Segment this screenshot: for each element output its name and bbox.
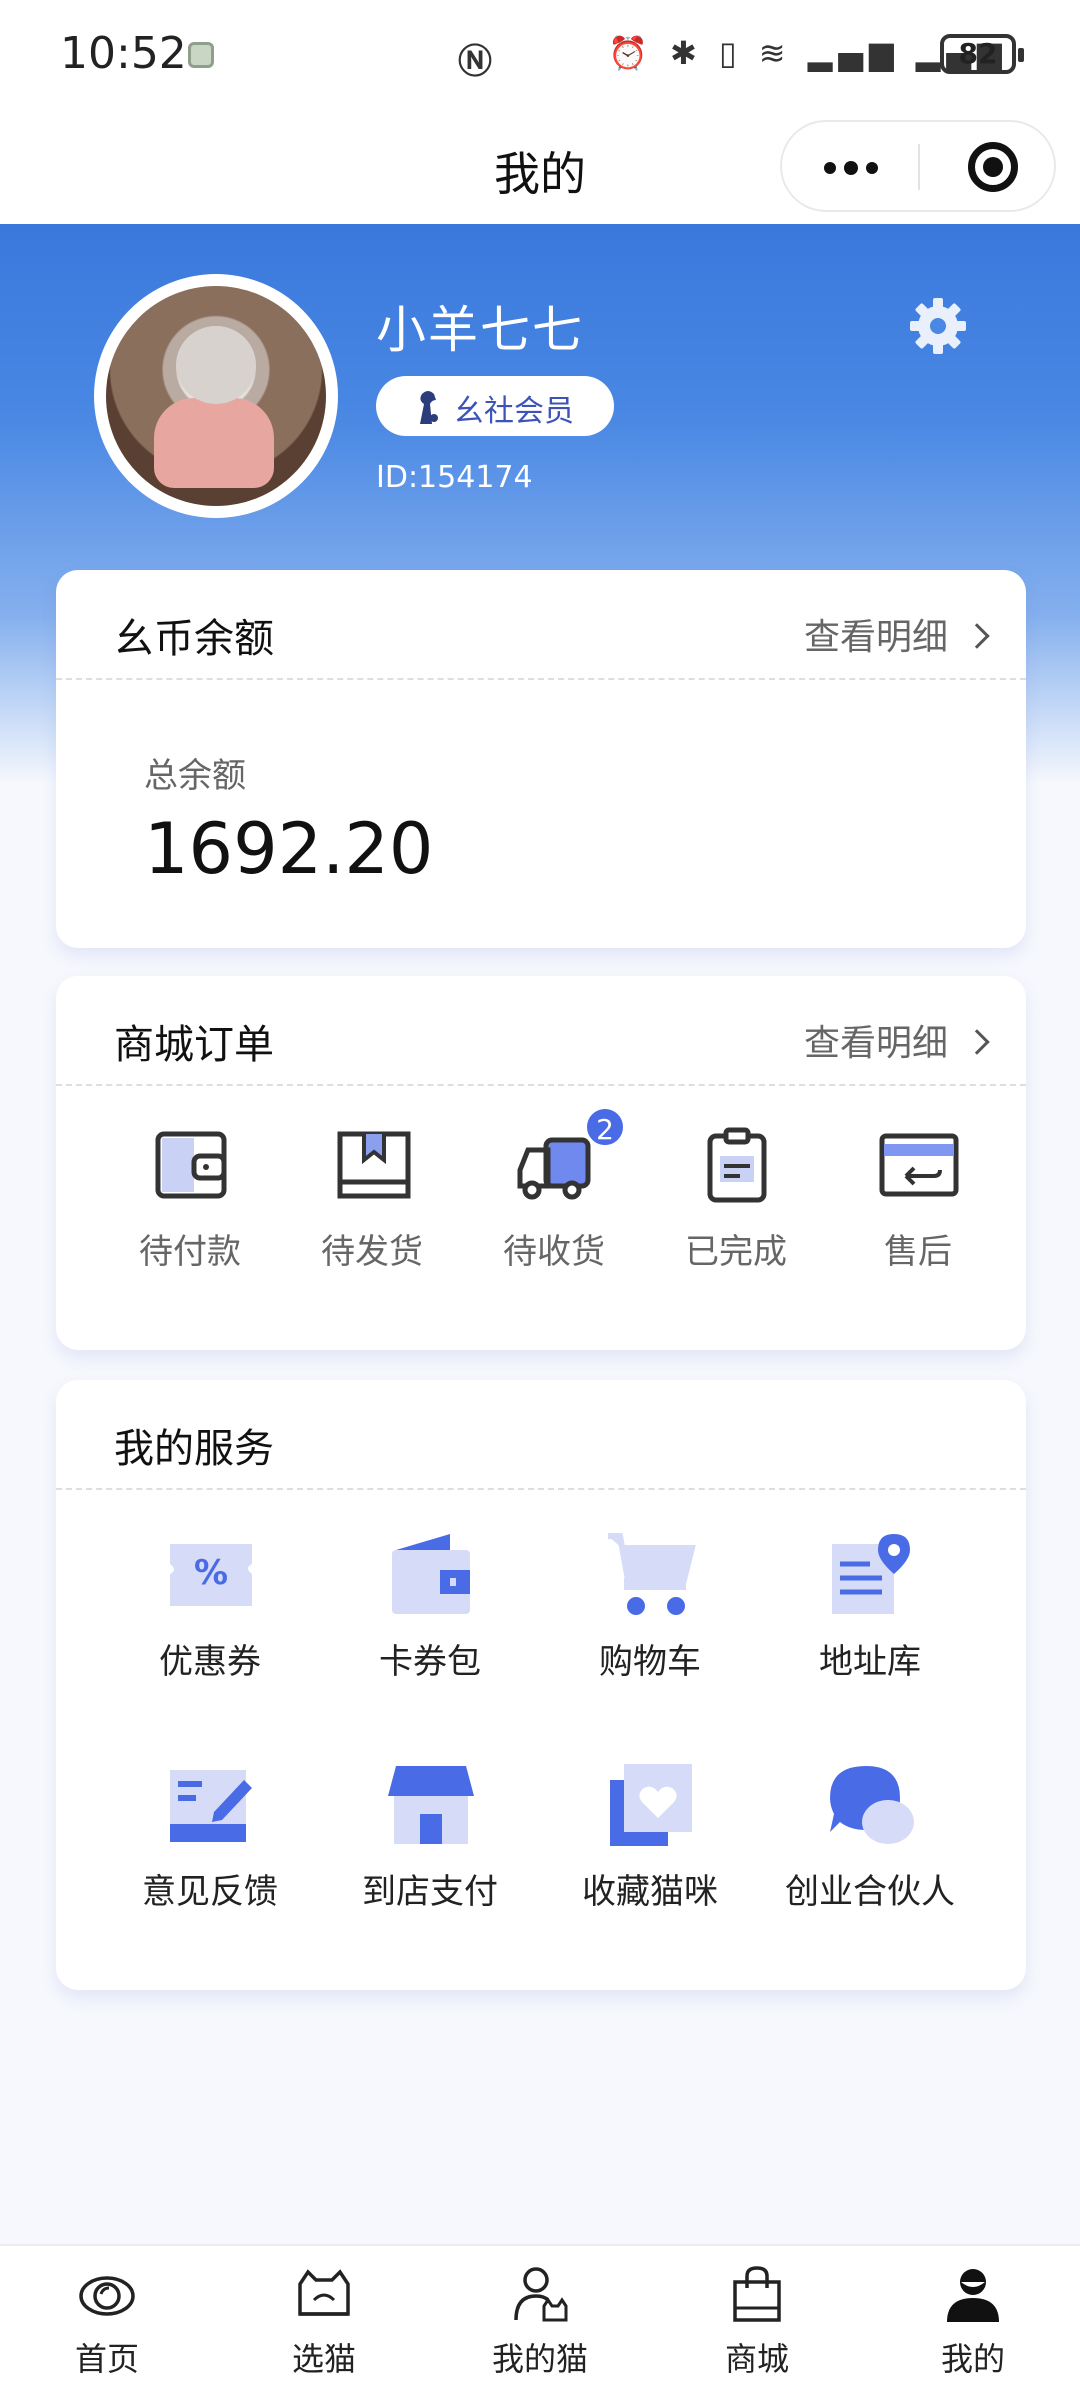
service-card-wallet[interactable]: 卡券包 xyxy=(320,1530,540,1690)
balance-detail-link[interactable]: 查看明细 xyxy=(804,608,990,660)
chevron-right-icon xyxy=(964,623,990,649)
capsule-divider xyxy=(918,144,920,190)
nav-label: 我的 xyxy=(940,2340,1005,2378)
order-pending-shipment[interactable]: 待发货 xyxy=(282,1126,462,1276)
service-label: 购物车 xyxy=(599,1642,701,1682)
services-title: 我的服务 xyxy=(114,1426,274,1472)
service-feedback[interactable]: 意见反馈 xyxy=(100,1760,320,1920)
order-label: 待发货 xyxy=(321,1232,423,1272)
nav-label: 首页 xyxy=(74,2340,139,2378)
avatar[interactable] xyxy=(94,274,338,518)
balance-card: 幺币余额 查看明细 总余额 1692.20 xyxy=(56,570,1026,948)
service-label: 卡券包 xyxy=(379,1642,481,1682)
nav-label: 我的猫 xyxy=(491,2340,588,2378)
feedback-icon xyxy=(170,1770,252,1842)
card-wallet-icon xyxy=(392,1534,470,1614)
eye-icon xyxy=(79,2276,135,2316)
nav-label: 选猫 xyxy=(291,2340,356,2378)
notification-icon xyxy=(188,42,214,68)
clipboard-icon xyxy=(707,1127,767,1203)
service-label: 地址库 xyxy=(819,1642,921,1682)
member-label: 幺社会员 xyxy=(454,394,574,429)
cat-icon xyxy=(298,2269,350,2316)
total-balance-label: 总余额 xyxy=(144,756,246,796)
close-target-button[interactable] xyxy=(968,142,1018,192)
favorite-icon xyxy=(610,1764,692,1846)
user-icon xyxy=(947,2269,999,2322)
coupon-icon: % xyxy=(170,1544,252,1606)
balance-card-header: 幺币余额 查看明细 xyxy=(56,570,1026,680)
return-card-icon xyxy=(879,1133,959,1197)
chat-bubble-icon xyxy=(830,1766,914,1844)
service-favorite-cats[interactable]: 收藏猫咪 xyxy=(540,1760,760,1920)
order-label: 待收货 xyxy=(503,1232,605,1272)
status-time: 10:52 xyxy=(60,28,187,79)
service-label: 创业合伙人 xyxy=(785,1872,955,1912)
svg-text:%: % xyxy=(194,1553,228,1593)
store-icon xyxy=(388,1766,474,1844)
bag-icon xyxy=(733,2266,781,2322)
order-pending-payment[interactable]: 待付款 xyxy=(100,1126,280,1276)
bottom-nav: 首页 选猫 我的猫 商城 我的 xyxy=(0,2244,1080,2387)
nfc-icon: Ⓝ xyxy=(458,42,492,82)
nav-shop[interactable]: 商城 xyxy=(682,2264,832,2384)
receipt-count-badge: 2 xyxy=(584,1106,626,1148)
nav-choose-cat[interactable]: 选猫 xyxy=(249,2264,399,2384)
user-id: ID:154174 xyxy=(376,460,533,495)
services-card: 我的服务 % 优惠券 卡券包 购物车 地址库 意见反馈 到店支付 收藏猫咪 创业… xyxy=(56,1380,1026,1990)
battery-icon: 82 xyxy=(940,34,1024,74)
order-after-sales[interactable]: 售后 xyxy=(828,1126,1008,1276)
order-pending-receipt[interactable]: 2 待收货 xyxy=(464,1106,644,1276)
service-store-pay[interactable]: 到店支付 xyxy=(320,1760,540,1920)
avatar-image xyxy=(106,286,326,506)
service-coupon[interactable]: % 优惠券 xyxy=(100,1530,320,1690)
nav-label: 商城 xyxy=(724,2340,789,2378)
service-partner[interactable]: 创业合伙人 xyxy=(760,1760,980,1920)
more-button[interactable] xyxy=(782,122,918,210)
service-cart[interactable]: 购物车 xyxy=(540,1530,760,1690)
service-label: 收藏猫咪 xyxy=(582,1872,718,1912)
services-card-header: 我的服务 xyxy=(56,1380,1026,1490)
member-icon xyxy=(420,391,438,424)
truck-icon xyxy=(517,1137,591,1200)
nav-home[interactable]: 首页 xyxy=(32,2264,182,2384)
orders-card: 商城订单 查看明细 待付款 待发货 2 待收货 已完成 售后 xyxy=(56,976,1026,1350)
orders-detail-link[interactable]: 查看明细 xyxy=(804,1014,990,1066)
person-cat-icon xyxy=(514,2267,568,2322)
cart-icon xyxy=(608,1533,696,1615)
orders-card-header: 商城订单 查看明细 xyxy=(56,976,1026,1086)
user-name: 小羊七七 xyxy=(376,301,584,359)
box-icon xyxy=(337,1131,411,1199)
service-label: 到店支付 xyxy=(362,1872,498,1912)
service-label: 意见反馈 xyxy=(142,1872,278,1912)
mini-program-capsule xyxy=(780,120,1056,212)
orders-title: 商城订单 xyxy=(114,1022,274,1068)
title-bar: 我的 xyxy=(0,110,1080,224)
gear-icon[interactable] xyxy=(906,294,970,358)
order-label: 已完成 xyxy=(685,1232,787,1272)
nav-my-cats[interactable]: 我的猫 xyxy=(465,2264,615,2384)
order-completed[interactable]: 已完成 xyxy=(646,1126,826,1276)
total-balance-value: 1692.20 xyxy=(144,808,434,890)
nav-mine[interactable]: 我的 xyxy=(898,2264,1048,2384)
service-label: 优惠券 xyxy=(159,1642,261,1682)
order-label: 售后 xyxy=(884,1232,952,1272)
chevron-right-icon xyxy=(964,1029,990,1055)
order-label: 待付款 xyxy=(139,1232,241,1272)
address-icon xyxy=(832,1534,910,1614)
service-address[interactable]: 地址库 xyxy=(760,1530,980,1690)
balance-title: 幺币余额 xyxy=(114,616,274,662)
wallet-icon xyxy=(155,1131,227,1199)
member-badge[interactable]: 幺社会员 xyxy=(376,376,614,436)
status-bar: 10:52 Ⓝ ⏰ ✱ ▯ ≋ ▂▄▆ ▂▄▆ 82 xyxy=(0,0,1080,110)
